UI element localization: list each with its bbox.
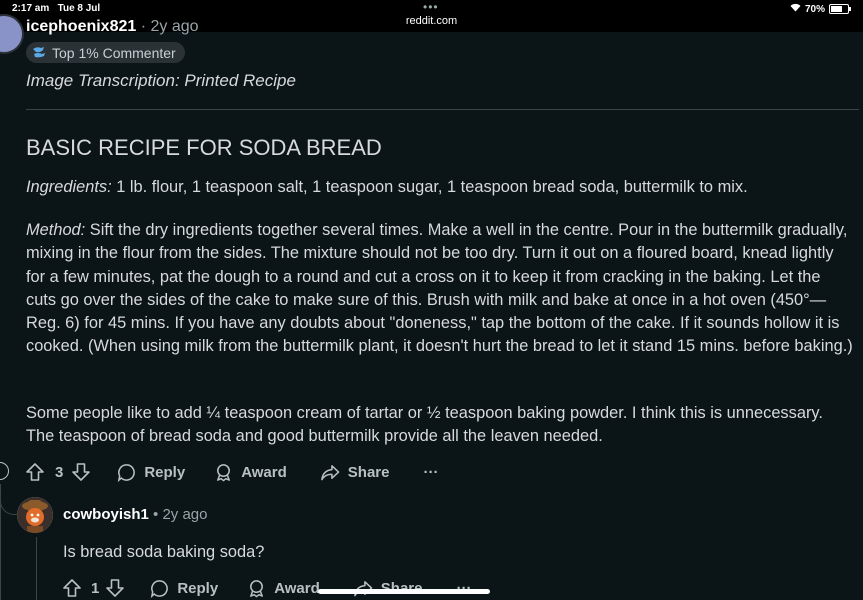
share-button[interactable]: Share (353, 579, 422, 598)
more-options-button[interactable]: ··· (423, 464, 438, 481)
top-commenter-badge: Top 1% Commenter (26, 42, 185, 63)
ingredients-label: Ingredients: (26, 178, 112, 196)
share-button[interactable]: Share (320, 463, 389, 482)
downvote-icon[interactable] (105, 578, 125, 598)
thread-connector (0, 488, 17, 515)
recipe-heading: BASIC RECIPE FOR SODA BREAD (26, 135, 382, 160)
reply-button[interactable]: Reply (117, 463, 185, 482)
vote-score: 1 (91, 579, 100, 597)
comment-action-bar: 1 Reply Award Share ··· (62, 576, 471, 600)
comment-author[interactable]: cowboyish1 • 2y ago (63, 506, 208, 523)
collapse-thread-button[interactable] (0, 462, 9, 480)
share-icon (320, 463, 340, 482)
home-indicator[interactable] (318, 589, 490, 594)
award-button[interactable]: Award (214, 463, 287, 482)
vote-score: 3 (55, 463, 64, 481)
award-button[interactable]: Award (247, 579, 320, 598)
reply-button[interactable]: Reply (150, 579, 218, 598)
battery-icon (829, 4, 851, 14)
status-time: 2:17 am Tue 8 Jul (12, 3, 101, 14)
upvote-icon[interactable] (25, 462, 45, 482)
thread-line[interactable] (36, 537, 37, 600)
award-icon (247, 579, 266, 598)
divider (26, 109, 859, 110)
battery-percent: 70% (804, 3, 825, 15)
browser-menu-dots[interactable]: ••• (423, 0, 439, 14)
wifi-icon (790, 3, 801, 15)
share-icon (353, 579, 373, 598)
status-indicators: 70% (790, 3, 851, 15)
avatar[interactable] (17, 497, 53, 533)
method-paragraph: Method: Sift the dry ingredients togethe… (26, 221, 853, 356)
comment-body: Is bread soda baking soda? (63, 543, 265, 561)
comment-action-bar: 3 Reply Award Share ··· (25, 460, 438, 484)
comment-icon (117, 463, 136, 482)
comment-icon (150, 579, 169, 598)
method-label: Method: (26, 221, 86, 239)
upvote-icon[interactable] (62, 578, 82, 598)
ingredients-paragraph: Ingredients: 1 lb. flour, 1 teaspoon sal… (26, 178, 748, 196)
comment-author[interactable]: icephoenix821 · 2y ago (26, 18, 199, 36)
award-icon (214, 463, 233, 482)
note-paragraph: Some people like to add ¼ teaspoon cream… (26, 404, 823, 446)
downvote-icon[interactable] (71, 462, 91, 482)
transcription-title: Image Transcription: Printed Recipe (26, 71, 296, 90)
badge-icon (32, 45, 46, 61)
